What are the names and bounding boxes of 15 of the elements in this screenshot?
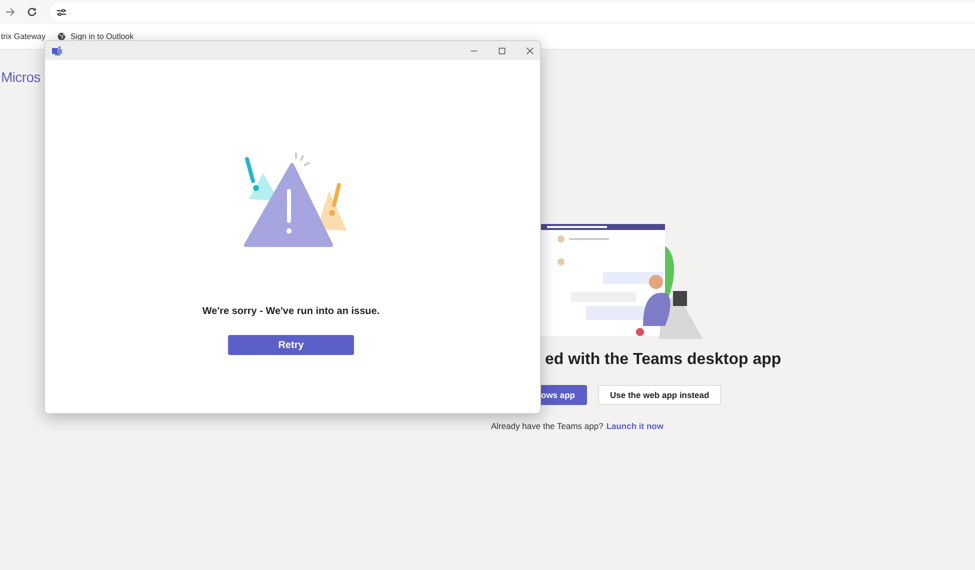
- footer-text: Already have the Teams app?: [491, 421, 604, 431]
- heading: ed with the Teams desktop app: [545, 351, 782, 369]
- bookmark-link[interactable]: trix Gateway: [1, 32, 46, 41]
- error-message: We're sorry - We've run into an issue.: [202, 306, 380, 317]
- forward-icon[interactable]: [4, 6, 16, 18]
- site-settings-icon[interactable]: [56, 6, 67, 18]
- bookmark-link[interactable]: Sign in to Outlook: [70, 32, 134, 41]
- maximize-icon[interactable]: [498, 46, 506, 54]
- reload-icon[interactable]: [26, 6, 38, 18]
- teams-logo-icon: [52, 46, 62, 56]
- close-icon[interactable]: [526, 46, 534, 54]
- retry-button[interactable]: Retry: [228, 335, 354, 355]
- launch-link[interactable]: Launch it now: [606, 421, 664, 431]
- web-app-button[interactable]: Use the web app instead: [598, 385, 722, 405]
- brand-name: Micros: [1, 68, 42, 87]
